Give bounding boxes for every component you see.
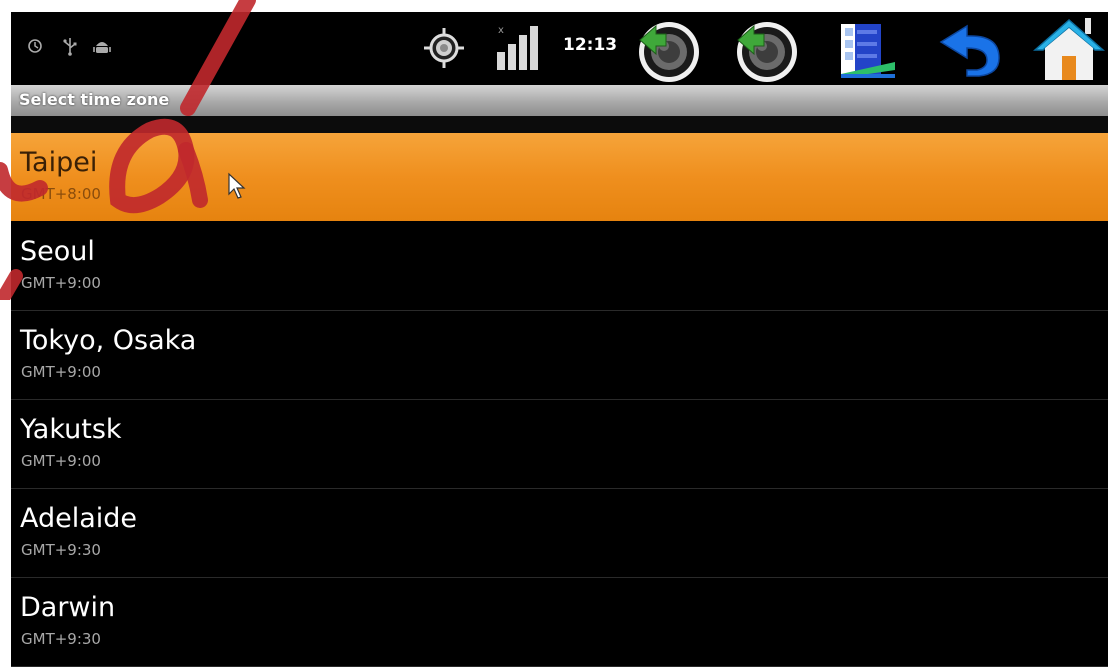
timer-icon xyxy=(28,39,42,53)
timezone-offset: GMT+8:00 xyxy=(21,185,101,203)
timezone-offset: GMT+9:30 xyxy=(21,630,101,648)
home-icon[interactable] xyxy=(1033,14,1105,82)
volume-up-icon[interactable] xyxy=(734,18,800,84)
list-item-adelaide[interactable]: Adelaide GMT+9:30 xyxy=(11,489,1108,578)
timezone-name: Taipei xyxy=(20,147,98,178)
timezone-offset: GMT+9:30 xyxy=(21,541,101,559)
title-divider xyxy=(11,116,1108,133)
signal-bars-icon: x xyxy=(497,25,538,70)
title-bar: Select time zone xyxy=(11,85,1108,116)
timezone-name: Seoul xyxy=(20,236,95,267)
timezone-offset: GMT+9:00 xyxy=(21,274,101,292)
android-debug-icon xyxy=(93,42,111,53)
svg-text:x: x xyxy=(498,25,504,36)
list-item-yakutsk[interactable]: Yakutsk GMT+9:00 xyxy=(11,400,1108,489)
status-bar: x 12:13 xyxy=(11,12,1108,84)
list-item-tokyo-osaka[interactable]: Tokyo, Osaka GMT+9:00 xyxy=(11,311,1108,400)
timezone-offset: GMT+9:00 xyxy=(21,363,101,381)
volume-down-icon[interactable] xyxy=(636,18,702,84)
back-icon[interactable] xyxy=(937,22,1003,78)
clock: 12:13 xyxy=(563,35,618,55)
timezone-name: Adelaide xyxy=(20,503,138,534)
list-item-taipei[interactable]: Taipei GMT+8:00 xyxy=(11,133,1108,222)
device-screen: x 12:13 Select time zone Taipei GMT+8:00… xyxy=(11,12,1108,667)
gps-target-icon xyxy=(424,28,464,68)
list-item-seoul[interactable]: Seoul GMT+9:00 xyxy=(11,222,1108,311)
timezone-list: Taipei GMT+8:00 Seoul GMT+9:00 Tokyo, Os… xyxy=(11,133,1108,667)
usb-icon xyxy=(63,38,77,56)
menu-icon[interactable] xyxy=(835,22,901,80)
timezone-name: Yakutsk xyxy=(20,414,122,445)
timezone-name: Tokyo, Osaka xyxy=(20,325,197,356)
timezone-offset: GMT+9:00 xyxy=(21,452,101,470)
mouse-cursor-icon xyxy=(228,172,246,199)
page-title: Select time zone xyxy=(19,90,170,109)
list-item-darwin[interactable]: Darwin GMT+9:30 xyxy=(11,578,1108,667)
timezone-name: Darwin xyxy=(20,592,116,623)
